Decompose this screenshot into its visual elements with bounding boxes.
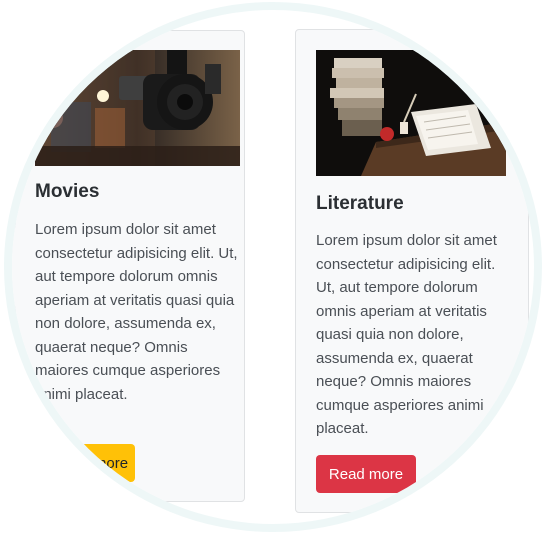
card-title-literature: Literature <box>316 193 404 214</box>
card-image-movies <box>35 50 240 166</box>
read-more-button-movies[interactable]: Read more <box>47 444 135 482</box>
circle-viewport: Movies Lorem ipsum dolor sit amet consec… <box>12 10 534 524</box>
card-text-movies: Lorem ipsum dolor sit amet consectetur a… <box>35 221 238 403</box>
card-text-literature: Lorem ipsum dolor sit amet consectetur a… <box>316 232 497 437</box>
read-more-button-literature[interactable]: Read more <box>316 455 416 493</box>
card-title-movies: Movies <box>35 181 100 202</box>
film-camera-illustration <box>35 50 240 166</box>
card-image-literature <box>316 50 506 176</box>
books-desk-illustration <box>316 50 506 176</box>
circular-showcase: Movies Lorem ipsum dolor sit amet consec… <box>0 0 546 533</box>
